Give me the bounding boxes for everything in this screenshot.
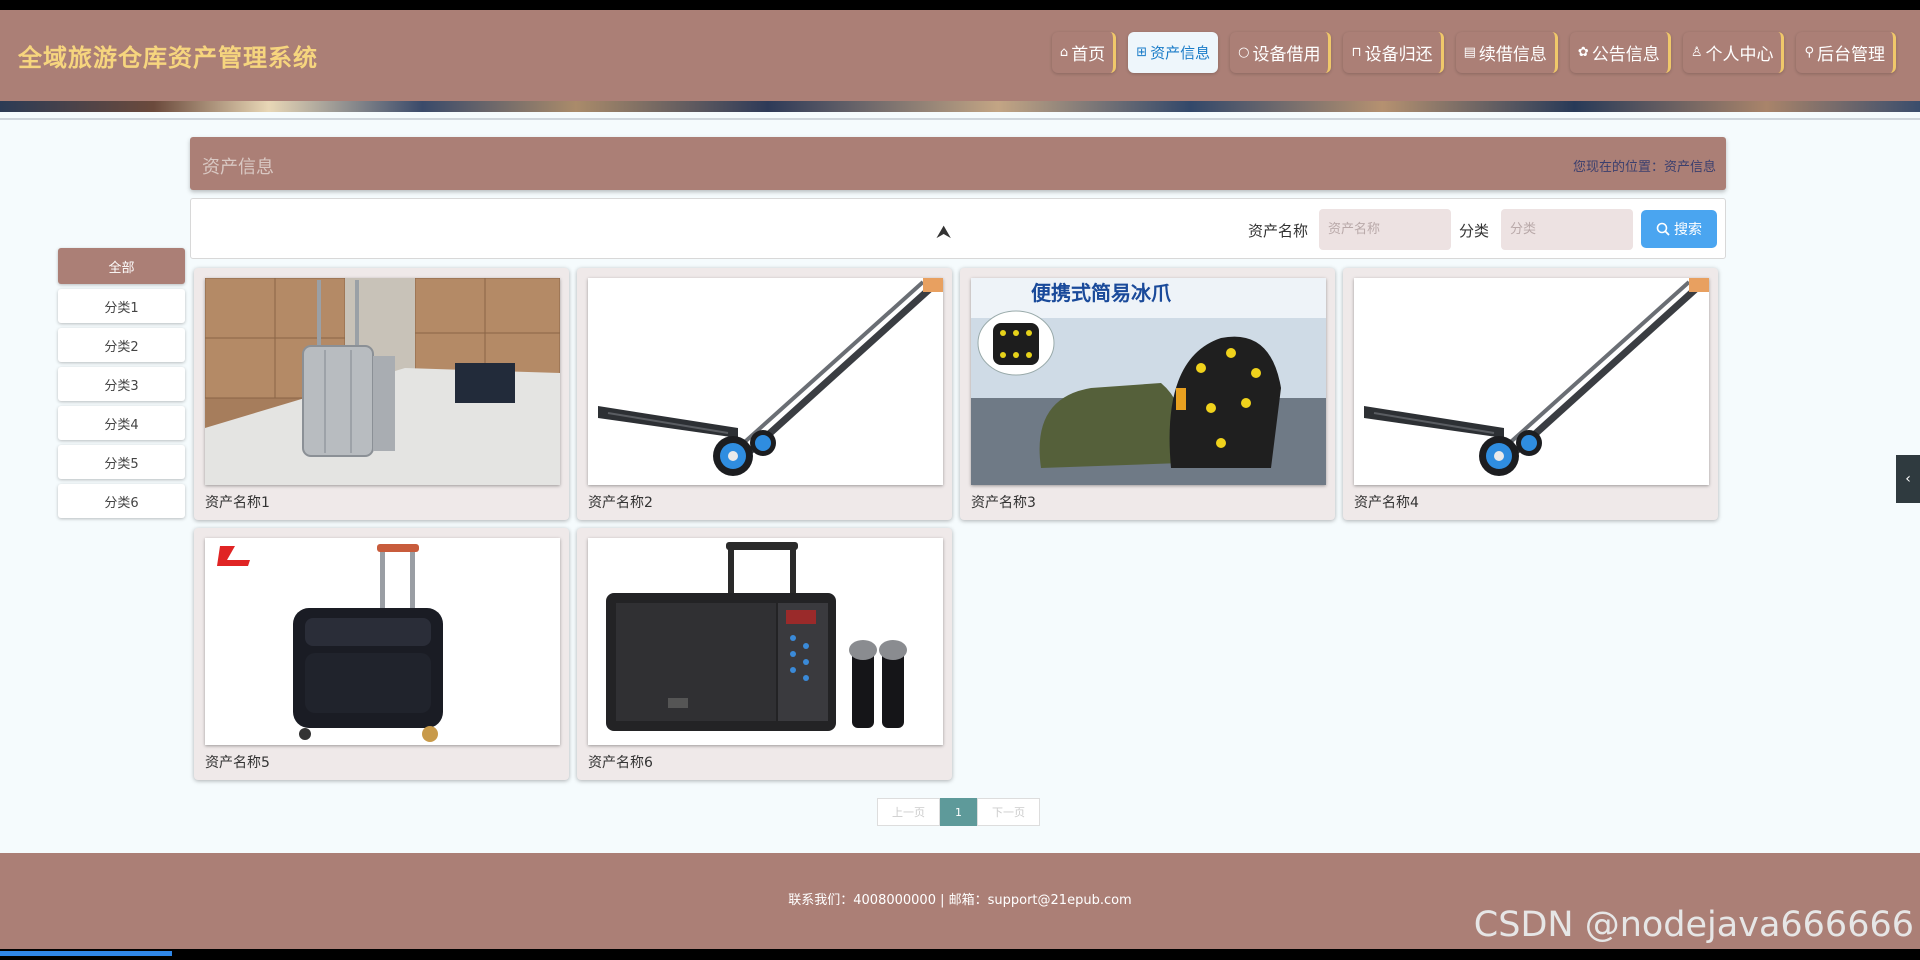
asset-card[interactable]: 资产名称2 (577, 268, 952, 520)
asset-name: 资产名称3 (971, 495, 1036, 511)
category-sidebar: 全部 分类1 分类2 分类3 分类4 分类5 分类6 (58, 248, 185, 523)
nav-label: 设备归还 (1364, 45, 1433, 65)
link-icon: ⚲ (1804, 45, 1814, 60)
next-page-button[interactable]: 下一页 (977, 798, 1040, 826)
page-title: 资产信息 (202, 157, 274, 178)
window-bottom-bar (0, 949, 1920, 960)
nav-label: 设备借用 (1252, 45, 1321, 65)
asset-name: 资产名称5 (205, 755, 270, 771)
breadcrumb-bar: 资产信息 您现在的位置：资产信息 (190, 137, 1726, 190)
nav-assets[interactable]: ⊞ 资产信息 (1128, 32, 1219, 73)
asset-name: 资产名称2 (588, 495, 653, 511)
category-label: 分类 (1459, 222, 1490, 240)
search-bar: 资产名称 分类 搜索 (190, 198, 1726, 259)
asset-card[interactable]: 资产名称1 (194, 268, 569, 520)
asset-image-rolling-bag[interactable] (205, 538, 560, 745)
search-button[interactable]: 搜索 (1641, 210, 1717, 248)
site-header: 全域旅游仓库资产管理系统 ⌂ 首页 ⊞ 资产信息 ○ 设备借用 ⊓ 设备归还 ▤ 续借信息… (0, 10, 1920, 101)
chevron-left-icon: ‹ (1905, 471, 1911, 487)
pagination: 上一页 1 下一页 (877, 798, 1040, 826)
nav-notice[interactable]: ✿ 公告信息 (1569, 32, 1671, 73)
page-number-current[interactable]: 1 (940, 798, 977, 826)
calendar-icon: ▤ (1463, 45, 1476, 60)
site-title: 全域旅游仓库资产管理系统 (18, 44, 318, 72)
nav-label: 续借信息 (1478, 45, 1547, 65)
circle-icon: ○ (1238, 45, 1250, 60)
side-collapse-tab[interactable]: ‹ (1896, 455, 1920, 503)
asset-image-hand-truck[interactable] (588, 278, 943, 485)
nav-borrow[interactable]: ○ 设备借用 (1230, 32, 1332, 73)
asset-card[interactable]: 资产名称5 (194, 528, 569, 780)
asset-name: 资产名称6 (588, 755, 653, 771)
asset-card[interactable]: 资产名称6 (577, 528, 952, 780)
category-item[interactable]: 分类2 (58, 328, 185, 362)
category-input[interactable] (1501, 209, 1633, 250)
category-item[interactable]: 分类3 (58, 367, 185, 401)
asset-name: 资产名称4 (1354, 495, 1419, 511)
asset-card[interactable]: 便携式简易冰爪 资产名称3 (960, 268, 1335, 520)
prev-page-button[interactable]: 上一页 (877, 798, 940, 826)
video-progress-bar (0, 951, 172, 956)
nav-renew[interactable]: ▤ 续借信息 (1455, 32, 1558, 73)
header-banner-strip (0, 101, 1920, 112)
home-icon: ⌂ (1059, 45, 1069, 60)
nav-profile[interactable]: ♙ 个人中心 (1682, 32, 1785, 73)
nav-label: 资产信息 (1150, 44, 1211, 62)
notice-icon: ✿ (1577, 45, 1589, 60)
search-button-label: 搜索 (1674, 221, 1702, 237)
nav-label: 后台管理 (1817, 45, 1885, 65)
asset-name: 资产名称1 (205, 495, 270, 511)
nav-admin[interactable]: ⚲ 后台管理 (1796, 32, 1896, 73)
return-icon: ⊓ (1351, 45, 1362, 60)
divider (0, 118, 1920, 120)
asset-image-hand-truck[interactable] (1354, 278, 1709, 485)
nav-label: 个人中心 (1705, 45, 1774, 65)
asset-name-input[interactable] (1319, 209, 1451, 250)
category-all[interactable]: 全部 (58, 248, 185, 284)
mouse-cursor-icon: ⮝ (936, 222, 952, 243)
asset-image-suitcase[interactable] (205, 278, 560, 485)
breadcrumb: 您现在的位置：资产信息 (1572, 160, 1716, 175)
window-top-bar (0, 0, 1920, 10)
nav-label: 公告信息 (1591, 45, 1660, 65)
search-icon (1656, 222, 1670, 236)
asset-name-label: 资产名称 (1248, 222, 1309, 240)
user-icon: ♙ (1690, 45, 1703, 60)
category-item[interactable]: 分类1 (58, 289, 185, 323)
category-item[interactable]: 分类4 (58, 406, 185, 440)
nav-home[interactable]: ⌂ 首页 (1051, 32, 1117, 73)
category-item[interactable]: 分类5 (58, 445, 185, 479)
asset-image-speaker[interactable] (588, 538, 943, 745)
asset-card[interactable]: 资产名称4 (1343, 268, 1718, 520)
main-nav: ⌂ 首页 ⊞ 资产信息 ○ 设备借用 ⊓ 设备归还 ▤ 续借信息 ✿ 公告信息 ♙ 个人中心 … (1051, 32, 1896, 73)
nav-return[interactable]: ⊓ 设备归还 (1343, 32, 1444, 73)
grid-icon: ⊞ (1136, 45, 1148, 60)
watermark: CSDN @nodejava666666 (1473, 905, 1914, 945)
asset-image-ice-cleats[interactable]: 便携式简易冰爪 (971, 278, 1326, 485)
ice-cleats-banner-text: 便携式简易冰爪 (1031, 281, 1172, 305)
category-item[interactable]: 分类6 (58, 484, 185, 518)
nav-label: 首页 (1071, 45, 1106, 65)
